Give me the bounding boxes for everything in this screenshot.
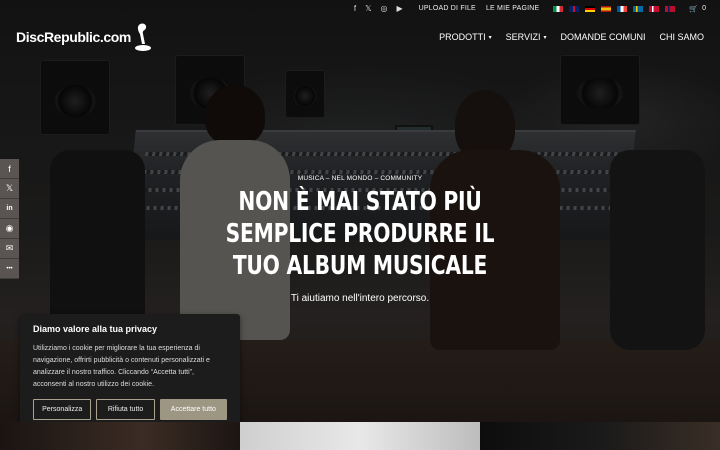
preview-image-2 xyxy=(240,422,480,450)
social-links: f 𝕏 ◎ ▶ xyxy=(354,4,403,13)
share-reddit-button[interactable]: ◉ xyxy=(0,219,19,239)
flag-sweden[interactable] xyxy=(633,5,644,12)
share-sidebar: f 𝕏 in ◉ ✉ ••• xyxy=(0,159,19,279)
hero-categories[interactable]: MUSICA – NEL MONDO – COMMUNITY xyxy=(0,175,720,182)
nav-item-label: PRODOTTI xyxy=(439,32,486,42)
more-icon: ••• xyxy=(6,265,13,272)
youtube-icon[interactable]: ▶ xyxy=(397,4,403,13)
cookie-dialog-actions: Personalizza Rifiuta tutto Accettare tut… xyxy=(33,399,227,420)
cart-button[interactable]: 🛒 0 xyxy=(689,5,706,13)
nav-item-products[interactable]: PRODOTTI ▾ xyxy=(439,32,492,42)
language-flags xyxy=(553,5,676,12)
share-email-button[interactable]: ✉ xyxy=(0,239,19,259)
share-x-button[interactable]: 𝕏 xyxy=(0,179,19,199)
x-icon: 𝕏 xyxy=(5,183,14,193)
logo-text: DiscRepublic.com xyxy=(16,29,131,45)
instagram-icon[interactable]: ◎ xyxy=(381,4,388,13)
facebook-icon: f xyxy=(8,163,11,174)
hero-headline: NON È MAI STATO PIÙ SEMPLICE PRODURRE IL… xyxy=(225,187,495,281)
main-header: DiscRepublic.com PRODOTTI ▾ SERVIZI ▾ DO… xyxy=(0,17,720,57)
chevron-down-icon: ▾ xyxy=(488,34,492,41)
flag-germany[interactable] xyxy=(585,5,596,12)
dj-logo-icon xyxy=(134,23,151,51)
cookie-dialog-title: Diamo valore alla tua privacy xyxy=(33,324,158,334)
flag-denmark[interactable] xyxy=(649,5,660,12)
reject-all-button[interactable]: Rifiuta tutto xyxy=(96,399,155,420)
share-more-button[interactable]: ••• xyxy=(0,259,19,279)
flag-norway[interactable] xyxy=(665,5,676,12)
flag-uk[interactable] xyxy=(569,5,580,12)
flag-italy[interactable] xyxy=(553,5,564,12)
cookie-consent-dialog: Diamo valore alla tua privacy Utilizziam… xyxy=(20,314,240,429)
reddit-icon: ◉ xyxy=(5,223,14,233)
customize-button[interactable]: Personalizza xyxy=(33,399,92,420)
cookie-dialog-text: Utilizziamo i cookie per migliorare la t… xyxy=(33,345,210,388)
flag-france[interactable] xyxy=(617,5,628,12)
my-pages-link[interactable]: LE MIE PAGINE xyxy=(486,5,539,12)
facebook-icon[interactable]: f xyxy=(354,4,356,13)
cart-count: 0 xyxy=(702,5,706,12)
nav-item-services[interactable]: SERVIZI ▾ xyxy=(506,32,547,42)
cart-icon: 🛒 xyxy=(689,5,699,13)
flag-spain[interactable] xyxy=(601,5,612,12)
hero-subtitle: Ti aiutiamo nell'intero percorso. xyxy=(290,293,430,304)
nav-item-about[interactable]: CHI SAMO xyxy=(659,32,704,42)
preview-image-3 xyxy=(480,422,720,450)
linkedin-icon: in xyxy=(6,205,13,212)
upload-files-link[interactable]: UPLOAD DI FILE xyxy=(419,5,476,12)
preview-image-1 xyxy=(0,422,240,450)
accept-all-button[interactable]: Accettare tutto xyxy=(159,399,227,420)
email-icon: ✉ xyxy=(5,243,14,253)
main-nav: PRODOTTI ▾ SERVIZI ▾ DOMANDE COMUNI CHI … xyxy=(439,32,704,42)
x-icon[interactable]: 𝕏 xyxy=(365,4,371,13)
chevron-down-icon: ▾ xyxy=(543,34,547,41)
share-facebook-button[interactable]: f xyxy=(0,159,19,179)
nav-item-label: SERVIZI xyxy=(505,32,541,42)
nav-item-label: CHI SAMO xyxy=(659,32,704,42)
top-bar: f 𝕏 ◎ ▶ UPLOAD DI FILE LE MIE PAGINE 🛒 0 xyxy=(0,0,720,17)
site-logo[interactable]: DiscRepublic.com xyxy=(16,22,151,52)
nav-item-faq[interactable]: DOMANDE COMUNI xyxy=(560,32,645,42)
bottom-image-strip xyxy=(0,422,720,450)
share-linkedin-button[interactable]: in xyxy=(0,199,19,219)
nav-item-label: DOMANDE COMUNI xyxy=(560,32,646,42)
